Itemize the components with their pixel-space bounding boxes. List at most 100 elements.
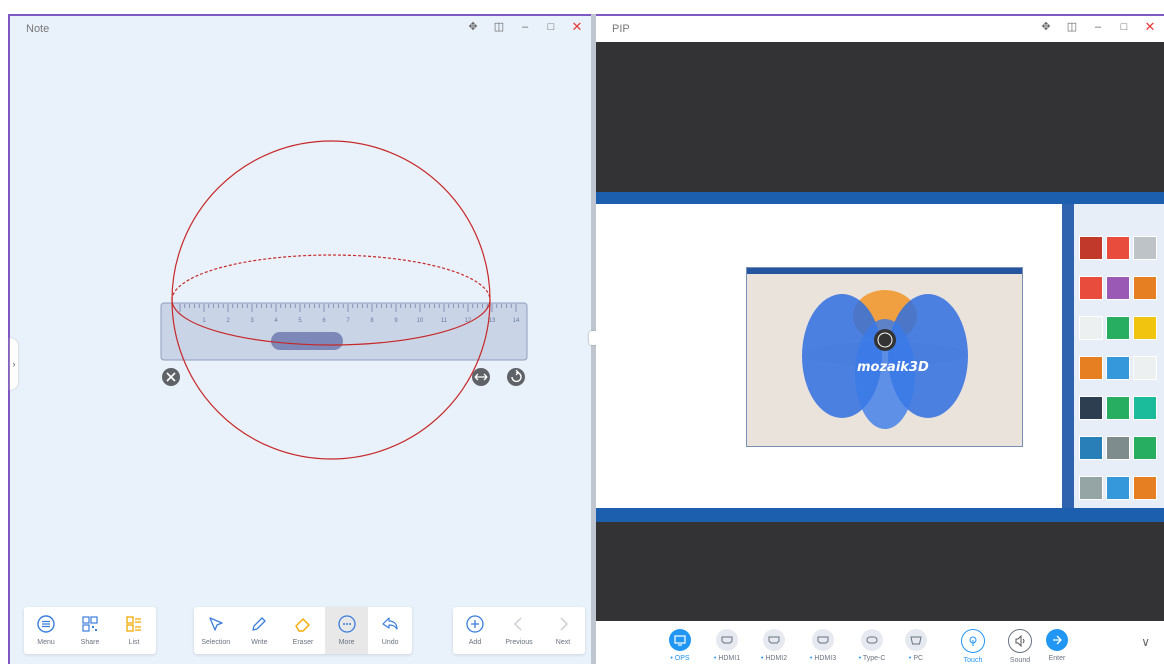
asset-thumbnail	[1133, 236, 1157, 260]
eraser-button[interactable]: Eraser	[281, 607, 325, 654]
more-label: More	[338, 639, 355, 646]
source-ops-button[interactable]: • OPS	[656, 629, 704, 662]
asset-thumbnail	[1079, 356, 1103, 380]
asset-thumbnail	[1106, 316, 1130, 340]
close-icon[interactable]: ✕	[1144, 20, 1156, 34]
touch-icon	[961, 629, 985, 653]
note-window: Note ✥ ◫ – □ ✕ 1 2 3 4 5 6 7 8 9 10 11 12 13 14	[8, 14, 591, 664]
share-button[interactable]: Share	[68, 607, 112, 654]
next-page-button[interactable]: Next	[541, 607, 585, 654]
split-icon[interactable]: ◫	[1066, 20, 1078, 34]
mirrored-panel-strip	[1062, 204, 1074, 508]
previous-page-button[interactable]: Previous	[497, 607, 541, 654]
selection-button[interactable]: Selection	[194, 607, 238, 654]
next-label: Next	[555, 639, 571, 646]
ruler-tick-label: 14	[513, 318, 520, 324]
mozaik3d-viewer: mozaik3D	[746, 267, 1023, 447]
hdmi-icon	[812, 629, 834, 651]
ops-icon	[669, 629, 691, 651]
ruler-rotate-button[interactable]	[507, 368, 525, 386]
sphere-drawing[interactable]	[171, 140, 491, 460]
asset-thumbnail	[1133, 396, 1157, 420]
pip-title-bar: PIP ✥ ◫ – □ ✕	[596, 16, 1164, 42]
input-source-bar: • OPS • HDMI1 • HDMI2 • HDMI3 • Type-C •…	[596, 621, 1164, 666]
source-type-c-label: Type-C	[862, 655, 886, 662]
eraser-label: Eraser	[292, 639, 314, 646]
selection-label: Selection	[201, 639, 231, 646]
source-hdmi1-label: HDMI1	[718, 655, 741, 662]
asset-thumbnail	[1133, 436, 1157, 460]
source-hdmi3-label: HDMI3	[814, 655, 837, 662]
asset-thumbnail	[1079, 276, 1103, 300]
asset-thumbnail	[1106, 436, 1130, 460]
asset-thumbnail	[1133, 276, 1157, 300]
side-panel-handle[interactable]: ›	[10, 338, 18, 390]
ruler-tick-label: 11	[441, 318, 448, 324]
menu-button[interactable]: Menu	[24, 607, 68, 654]
asset-thumbnail	[1133, 476, 1157, 500]
ruler-resize-button[interactable]	[472, 368, 490, 386]
pin-icon[interactable]: ✥	[1040, 20, 1052, 34]
hdmi-icon	[763, 629, 785, 651]
minimize-icon[interactable]: –	[1092, 20, 1104, 34]
toolbar-left: Menu Share List	[24, 607, 156, 654]
asset-thumbnail	[1079, 476, 1103, 500]
asset-thumbnail	[1079, 316, 1103, 340]
drawing-canvas[interactable]: 1 2 3 4 5 6 7 8 9 10 11 12 13 14	[10, 16, 591, 664]
ruler-tick-label: 10	[417, 318, 424, 324]
source-hdmi3-button[interactable]: • HDMI3	[799, 629, 847, 662]
enter-label: Enter	[1048, 655, 1066, 662]
mirrored-app-title-bar	[596, 192, 1164, 204]
maximize-icon[interactable]: □	[1118, 20, 1130, 34]
share-label: Share	[80, 639, 100, 646]
source-type-c-button[interactable]: • Type-C	[848, 629, 896, 662]
asset-thumbnail	[1079, 436, 1103, 460]
chevron-down-icon[interactable]: ∨	[1141, 635, 1150, 649]
asset-thumbnail	[1106, 236, 1130, 260]
add-label: Add	[468, 639, 482, 646]
asset-thumbnail	[1133, 356, 1157, 380]
asset-thumbnail	[1133, 316, 1157, 340]
sound-icon	[1008, 629, 1032, 653]
enter-button[interactable]: Enter	[1033, 629, 1081, 662]
write-button[interactable]: Write	[238, 607, 282, 654]
vga-icon	[905, 629, 927, 651]
list-button[interactable]: List	[112, 607, 156, 654]
pip-video-screen[interactable]: mozaik3D	[596, 42, 1164, 621]
source-ops-label: OPS	[674, 655, 690, 662]
add-page-button[interactable]: Add	[453, 607, 497, 654]
source-hdmi2-label: HDMI2	[765, 655, 788, 662]
pip-window-controls: ✥ ◫ – □ ✕	[1040, 20, 1156, 34]
touch-label: Touch	[963, 657, 983, 664]
asset-thumbnail	[1079, 396, 1103, 420]
touch-button[interactable]: Touch	[949, 629, 997, 664]
asset-thumbnail	[1106, 396, 1130, 420]
enter-icon	[1046, 629, 1068, 651]
ruler-handle[interactable]	[271, 332, 343, 350]
asset-thumbnail	[1106, 356, 1130, 380]
source-pc-button[interactable]: • PC	[892, 629, 940, 662]
mozaik3d-logo: mozaik3D	[857, 360, 929, 375]
undo-label: Undo	[381, 639, 399, 646]
asset-thumbnail	[1106, 276, 1130, 300]
list-label: List	[128, 639, 140, 646]
ruler-close-button[interactable]	[162, 368, 180, 386]
ruler-tick-label: 13	[489, 318, 496, 324]
asset-thumbnail	[1106, 476, 1130, 500]
source-hdmi1-button[interactable]: • HDMI1	[703, 629, 751, 662]
hdmi-icon	[716, 629, 738, 651]
split-screen: Note ✥ ◫ – □ ✕ 1 2 3 4 5 6 7 8 9 10 11 12 13 14	[0, 0, 1164, 666]
previous-label: Previous	[505, 639, 533, 646]
source-hdmi2-button[interactable]: • HDMI2	[750, 629, 798, 662]
undo-button[interactable]: Undo	[368, 607, 412, 654]
mirrored-desktop: mozaik3D	[596, 192, 1164, 522]
type-c-icon	[861, 629, 883, 651]
pip-title: PIP	[612, 23, 630, 35]
write-label: Write	[251, 639, 268, 646]
mirrored-taskbar	[596, 508, 1164, 522]
menu-label: Menu	[37, 639, 55, 646]
source-pc-label: PC	[913, 655, 924, 662]
toolbar-right: Add Previous Next	[453, 607, 585, 654]
pip-window: PIP ✥ ◫ – □ ✕ mozaik3D • OPS • HDMI1 • H…	[596, 14, 1164, 666]
more-button[interactable]: More	[324, 607, 369, 654]
